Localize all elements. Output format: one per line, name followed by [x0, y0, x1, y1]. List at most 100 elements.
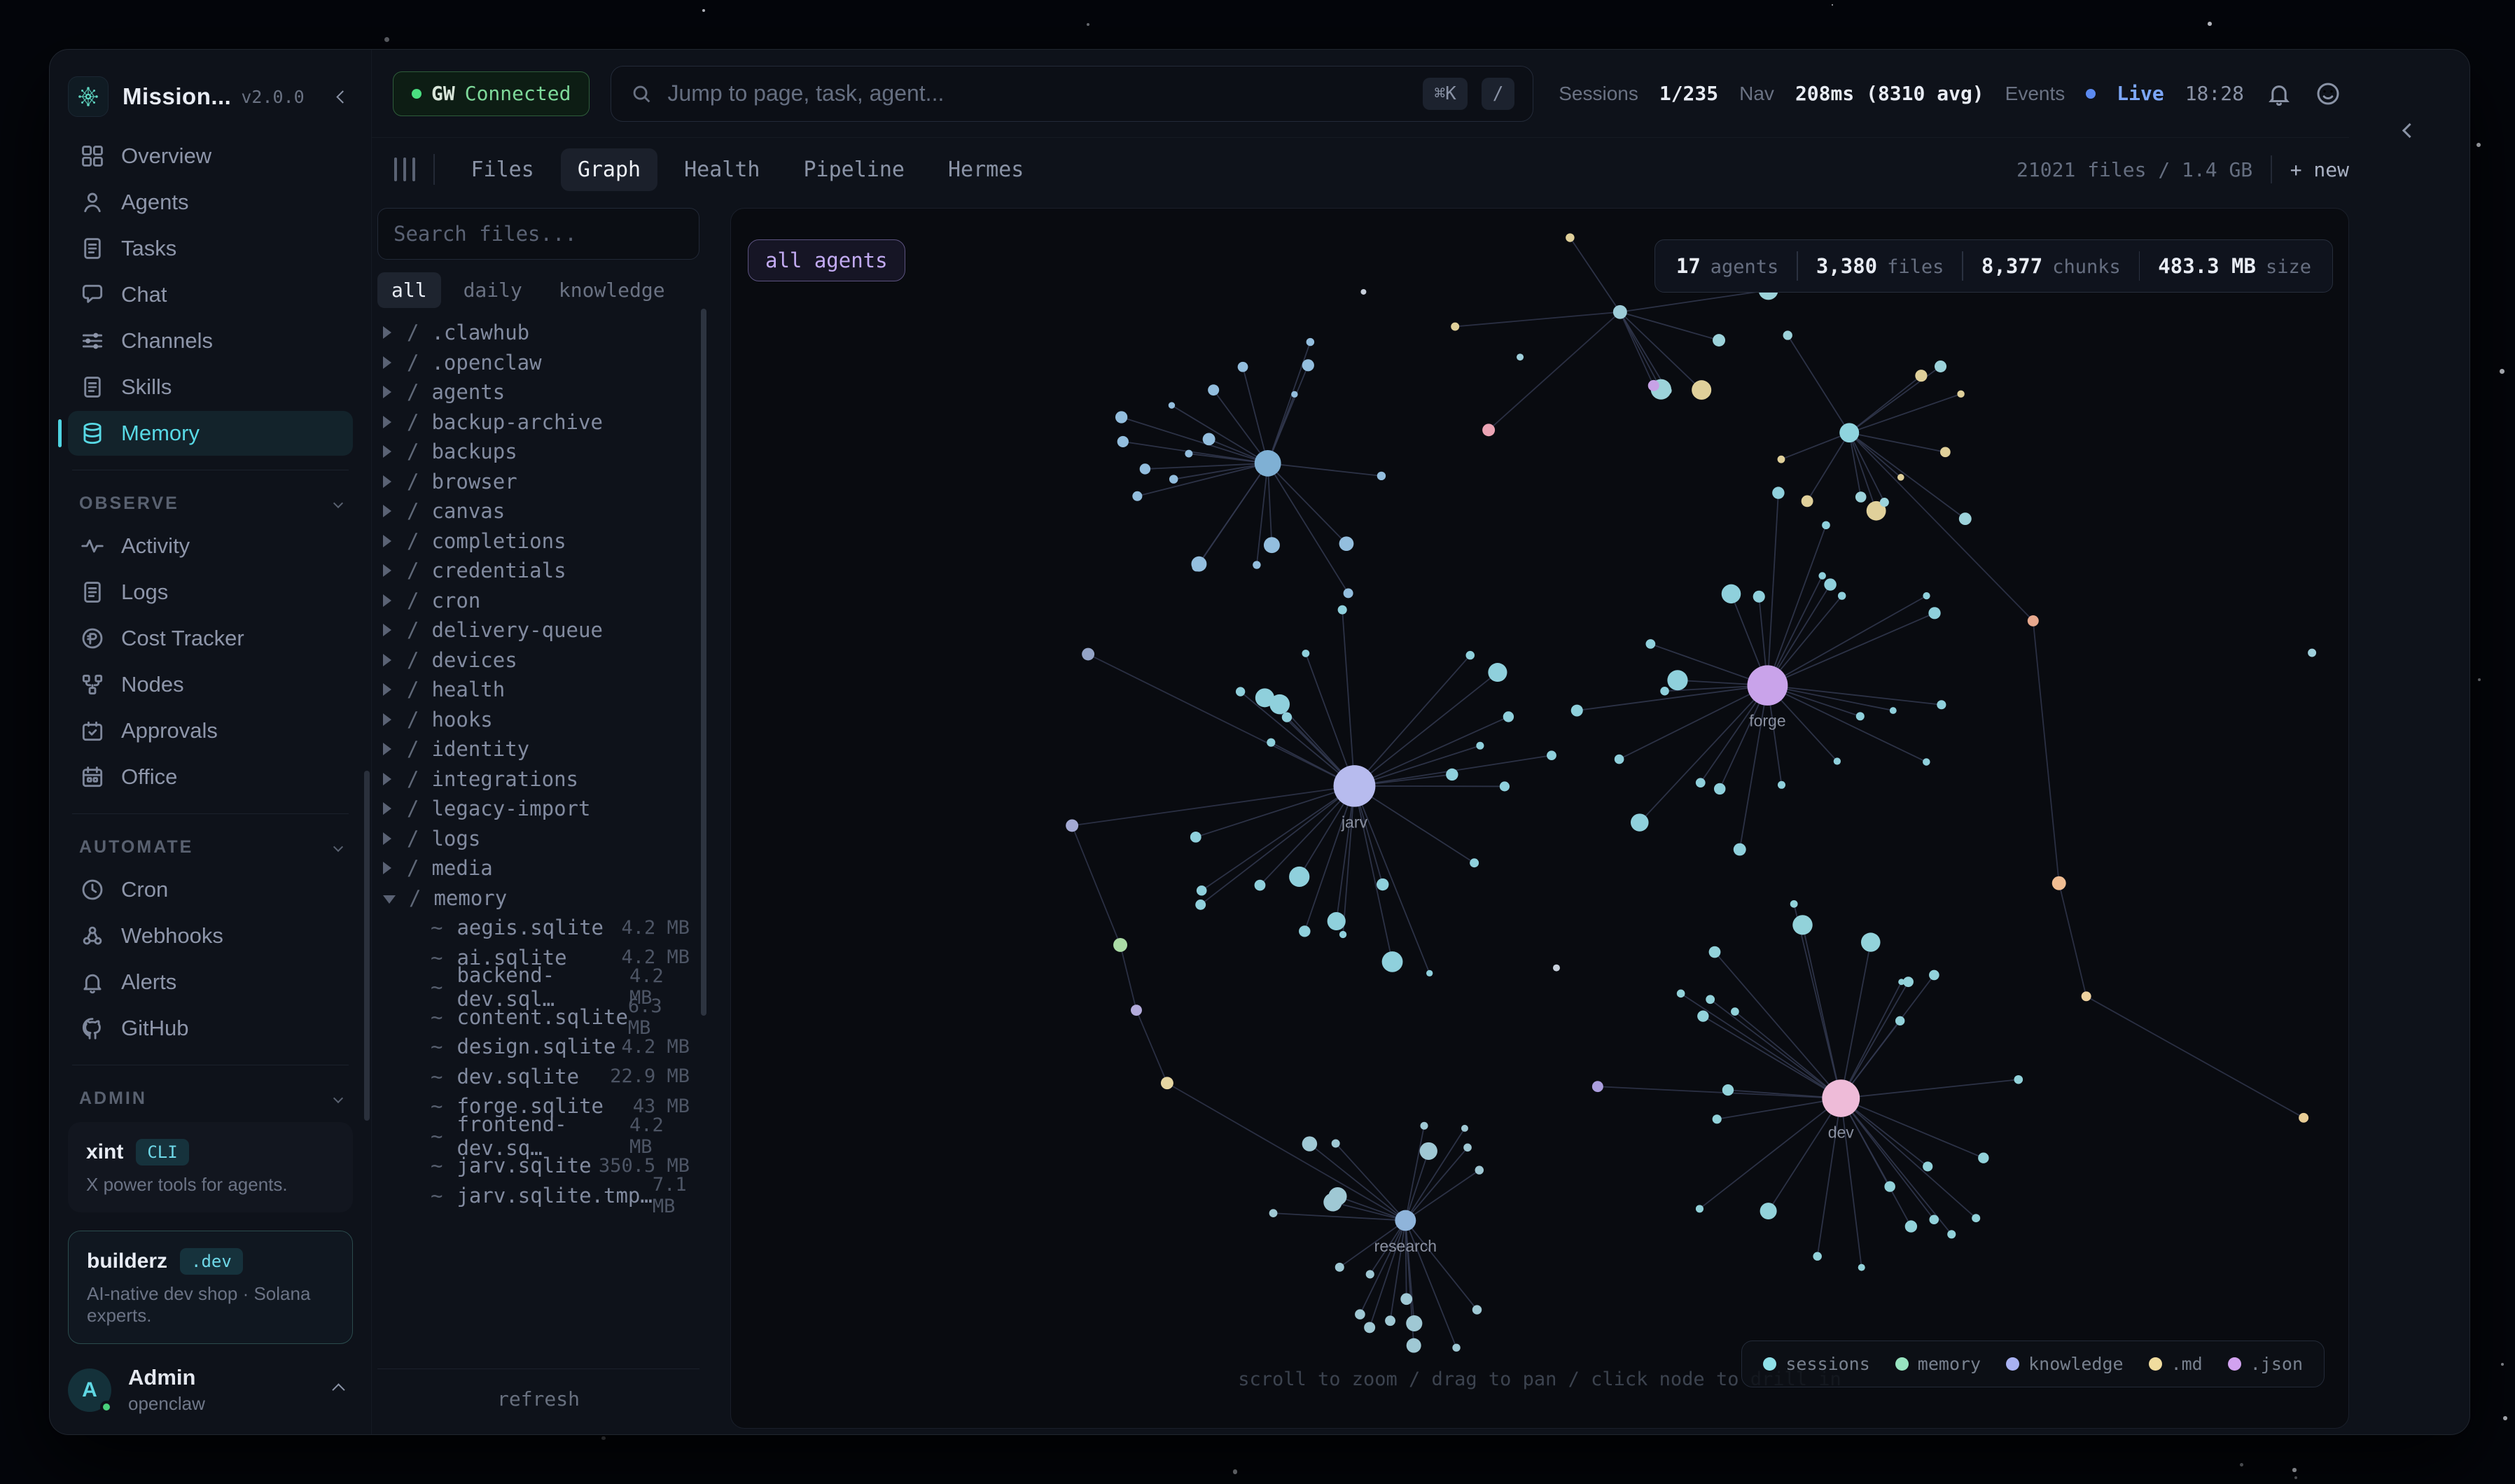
graph-satellite-node[interactable] — [1957, 391, 1964, 398]
graph-satellite-node[interactable] — [1778, 456, 1785, 463]
tree-dir-delivery-queue[interactable]: /delivery-queue — [377, 615, 699, 645]
graph-satellite-node[interactable] — [1382, 951, 1403, 972]
sidebar-item-nodes[interactable]: Nodes — [68, 662, 353, 707]
graph-satellite-node[interactable] — [1282, 712, 1292, 722]
sidebar-item-github[interactable]: GitHub — [68, 1006, 353, 1051]
smiley-icon[interactable] — [2314, 80, 2342, 108]
graph-satellite-node[interactable] — [1858, 1264, 1865, 1271]
graph-satellite-node[interactable] — [1664, 386, 1672, 395]
graph-satellite-node[interactable] — [1191, 556, 1206, 572]
graph-satellite-node[interactable] — [1884, 1181, 1895, 1191]
graph-satellite-node[interactable] — [1426, 970, 1433, 976]
graph-satellite-node[interactable] — [1503, 711, 1514, 722]
graph-hub-jarv[interactable] — [1334, 765, 1376, 806]
graph-loose-node[interactable] — [1553, 965, 1560, 972]
graph-satellite-node[interactable] — [1778, 781, 1785, 789]
graph-satellite-node[interactable] — [1466, 651, 1475, 659]
tree-file[interactable]: ~dev.sqlite22.9 MB — [377, 1062, 699, 1092]
graph-satellite-node[interactable] — [1897, 474, 1904, 481]
tree-dir-memory[interactable]: /memory — [377, 883, 699, 913]
app-logo[interactable] — [68, 76, 109, 117]
tree-dir-hooks[interactable]: /hooks — [377, 705, 699, 735]
tree-dir-legacy-import[interactable]: /legacy-import — [377, 794, 699, 824]
tree-dir-devices[interactable]: /devices — [377, 645, 699, 676]
tree-file[interactable]: ~frontend-dev.sq…4.2 MB — [377, 1121, 699, 1152]
graph-satellite-node[interactable] — [1645, 639, 1655, 649]
graph-loose-node[interactable] — [1082, 648, 1094, 661]
graph-satellite-node[interactable] — [1328, 912, 1346, 930]
graph-loose-node[interactable] — [2028, 615, 2039, 626]
tree-dir-logs[interactable]: /logs — [377, 824, 699, 854]
graph-satellite-node[interactable] — [1169, 402, 1175, 408]
sidebar-item-cost-tracker[interactable]: Cost Tracker — [68, 616, 353, 661]
tab-files[interactable]: Files — [454, 148, 551, 191]
search-input[interactable] — [667, 80, 1409, 106]
graph-hub-node[interactable] — [1839, 423, 1859, 442]
graph-satellite-node[interactable] — [1978, 1153, 1988, 1163]
graph-satellite-node[interactable] — [1547, 750, 1556, 760]
graph-satellite-node[interactable] — [1631, 813, 1649, 831]
graph-satellite-node[interactable] — [1890, 707, 1897, 714]
sidebar-item-cron[interactable]: Cron — [68, 867, 353, 912]
agents-filter-chip[interactable]: all agents — [748, 239, 905, 281]
graph-satellite-node[interactable] — [1420, 1142, 1437, 1160]
graph-satellite-node[interactable] — [1696, 778, 1706, 788]
graph-loose-node[interactable] — [2052, 876, 2066, 890]
graph-satellite-node[interactable] — [1406, 1315, 1422, 1331]
sidebar-item-alerts[interactable]: Alerts — [68, 960, 353, 1004]
tree-file[interactable]: ~jarv.sqlite.tmp…7.1 MB — [377, 1181, 699, 1211]
graph-satellite-node[interactable] — [1253, 561, 1260, 568]
graph-satellite-node[interactable] — [1915, 370, 1927, 382]
graph-loose-node[interactable] — [1161, 1077, 1173, 1089]
graph-satellite-node[interactable] — [1328, 1187, 1346, 1205]
graph-satellite-node[interactable] — [1446, 769, 1458, 780]
graph-satellite-node[interactable] — [1696, 1205, 1704, 1212]
graph-svg[interactable]: jarvforgedevresearch — [731, 209, 2348, 1428]
graph-satellite-node[interactable] — [1813, 1252, 1822, 1260]
section-header-automate[interactable]: AUTOMATE — [68, 828, 353, 866]
graph-satellite-node[interactable] — [1972, 1214, 1980, 1222]
graph-loose-node[interactable] — [1451, 323, 1459, 331]
global-search[interactable]: ⌘K / — [611, 66, 1533, 122]
graph-satellite-node[interactable] — [1269, 1209, 1278, 1217]
file-search[interactable] — [377, 208, 699, 260]
graph-hub-node[interactable] — [1255, 450, 1281, 477]
sidebar-item-office[interactable]: Office — [68, 755, 353, 799]
graph-satellite-node[interactable] — [1190, 832, 1201, 843]
new-button[interactable]: + new — [2290, 158, 2349, 181]
sidebar-item-logs[interactable]: Logs — [68, 570, 353, 615]
graph-satellite-node[interactable] — [1792, 915, 1812, 934]
user-menu[interactable]: A Admin openclaw — [68, 1365, 353, 1415]
graph-satellite-node[interactable] — [1488, 663, 1507, 682]
tree-dir-credentials[interactable]: /credentials — [377, 556, 699, 586]
graph-satellite-node[interactable] — [1195, 899, 1206, 910]
graph-satellite-node[interactable] — [1731, 1007, 1739, 1016]
graph-satellite-node[interactable] — [1377, 472, 1386, 480]
sidebar-item-approvals[interactable]: Approvals — [68, 708, 353, 753]
graph-satellite-node[interactable] — [1802, 495, 1813, 507]
graph-satellite-node[interactable] — [1470, 858, 1479, 867]
graph-satellite-node[interactable] — [1834, 757, 1841, 764]
graph-satellite-node[interactable] — [1898, 979, 1904, 985]
tree-dir-health[interactable]: /health — [377, 675, 699, 705]
graph-hub-forge[interactable] — [1747, 665, 1788, 706]
tree-file[interactable]: ~content.sqlite6.3 MB — [377, 1002, 699, 1032]
graph-satellite-node[interactable] — [1332, 1140, 1340, 1148]
sidebar-item-agents[interactable]: Agents — [68, 180, 353, 225]
graph-satellite-node[interactable] — [1461, 1125, 1468, 1132]
graph-satellite-node[interactable] — [1940, 447, 1951, 458]
graph-satellite-node[interactable] — [1339, 536, 1354, 551]
layout-grip-icon[interactable] — [394, 158, 415, 181]
filter-chip-all[interactable]: all — [377, 272, 441, 308]
sidebar-item-activity[interactable]: Activity — [68, 524, 353, 568]
graph-satellite-node[interactable] — [1880, 498, 1889, 507]
graph-loose-node[interactable] — [2299, 1113, 2308, 1123]
filter-chip-knowledge[interactable]: knowledge — [545, 272, 679, 308]
graph-satellite-node[interactable] — [1824, 578, 1836, 590]
graph-satellite-node[interactable] — [1115, 411, 1127, 423]
sidebar-collapse-icon[interactable] — [336, 90, 349, 103]
graph-satellite-node[interactable] — [1366, 1270, 1374, 1278]
graph-satellite-node[interactable] — [1713, 334, 1725, 346]
graph-hub-node[interactable] — [1613, 305, 1627, 319]
graph-satellite-node[interactable] — [1923, 1161, 1932, 1171]
